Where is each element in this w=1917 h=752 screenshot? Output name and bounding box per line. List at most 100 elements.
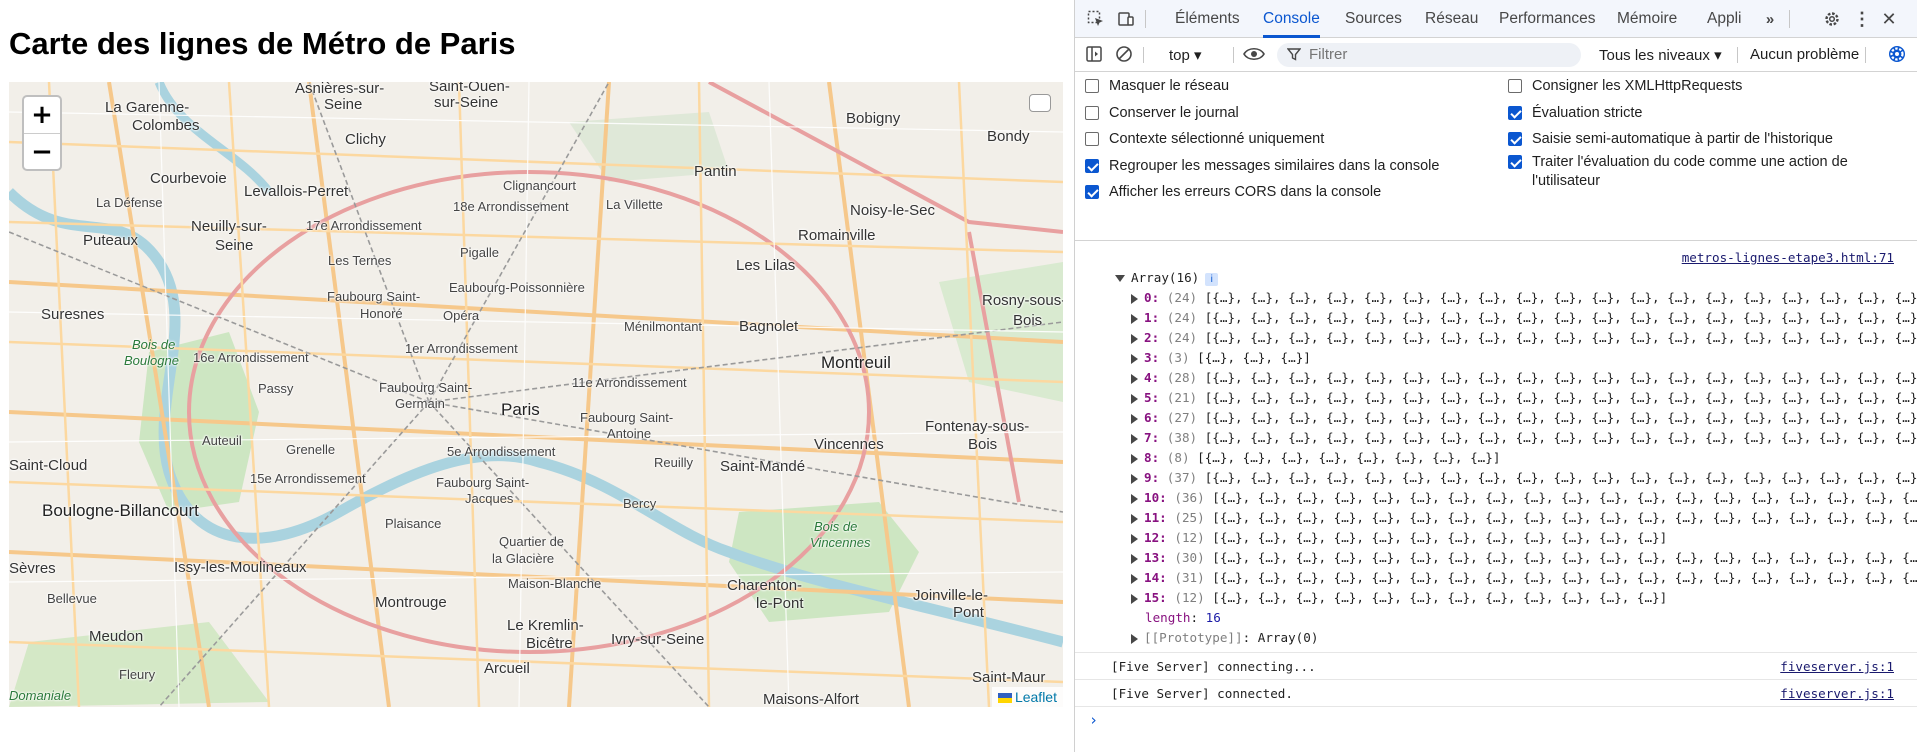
- item-index: 15: [1144, 590, 1160, 605]
- array-item-row[interactable]: 10: (36) [{…}, {…}, {…}, {…}, {…}, {…}, …: [1075, 488, 1917, 508]
- colon: :: [1159, 570, 1167, 585]
- item-index: 1: [1144, 310, 1152, 325]
- tab-network[interactable]: Réseau: [1425, 0, 1478, 38]
- tab-elements[interactable]: Éléments: [1175, 0, 1240, 38]
- setting-option[interactable]: Traiter l'évaluation du code comme une a…: [1508, 153, 1888, 191]
- map-label: Antoine: [607, 426, 652, 441]
- array-length-row: length: 16: [1075, 608, 1917, 628]
- leaflet-link[interactable]: Leaflet: [1015, 689, 1057, 705]
- console-settings-gear-icon[interactable]: [1887, 44, 1907, 69]
- map-label: Saint-Mandé: [720, 458, 806, 475]
- array-item-row[interactable]: 1: (24) [{…}, {…}, {…}, {…}, {…}, {…}, {…: [1075, 308, 1917, 328]
- map-label: Colombes: [132, 117, 200, 134]
- setting-option[interactable]: Saisie semi-automatique à partir de l'hi…: [1508, 130, 1888, 149]
- item-index: 5: [1144, 390, 1152, 405]
- map-label: La Villette: [606, 197, 663, 212]
- map-label: Faubourg Saint-: [580, 410, 674, 425]
- array-item-row[interactable]: 9: (37) [{…}, {…}, {…}, {…}, {…}, {…}, {…: [1075, 468, 1917, 488]
- setting-checkbox[interactable]: [1085, 132, 1099, 146]
- map-label: 16e Arrondissement: [193, 350, 309, 365]
- item-preview: [{…}, {…}, {…}, {…}, {…}, {…}, {…}, {…},…: [1204, 310, 1917, 325]
- setting-option[interactable]: Consigner les XMLHttpRequests: [1508, 77, 1888, 96]
- map-label: Bagnolet: [739, 318, 799, 335]
- setting-checkbox[interactable]: [1508, 155, 1522, 169]
- leaflet-map[interactable]: Asnières-sur- Seine Saint-Ouen- sur-Sein…: [9, 82, 1063, 707]
- array-root-row[interactable]: Array(16) i: [1075, 268, 1917, 288]
- settings-gear-icon[interactable]: [1821, 8, 1843, 30]
- more-tabs-icon[interactable]: »: [1759, 8, 1781, 30]
- sidebar-toggle-icon[interactable]: [1085, 45, 1103, 68]
- item-count: (30): [1174, 550, 1205, 565]
- tab-performance[interactable]: Performances: [1499, 0, 1595, 38]
- log-levels-dropdown[interactable]: Tous les niveaux ▾: [1599, 46, 1722, 64]
- array-item-row[interactable]: 7: (38) [{…}, {…}, {…}, {…}, {…}, {…}, {…: [1075, 428, 1917, 448]
- prototype-row[interactable]: [[Prototype]]: Array(0): [1075, 628, 1917, 648]
- message-source-link[interactable]: fiveserver.js:1: [1780, 653, 1894, 680]
- array-item-row[interactable]: 3: (3) [{…}, {…}, {…}]: [1075, 348, 1917, 368]
- collapsed-triangle-icon: [1131, 513, 1138, 524]
- map-label: 17e Arrondissement: [306, 218, 422, 233]
- array-item-row[interactable]: 13: (30) [{…}, {…}, {…}, {…}, {…}, {…}, …: [1075, 548, 1917, 568]
- array-item-row[interactable]: 0: (24) [{…}, {…}, {…}, {…}, {…}, {…}, {…: [1075, 288, 1917, 308]
- item-index: 6: [1144, 410, 1152, 425]
- map-label: Bobigny: [846, 110, 901, 127]
- array-item-row[interactable]: 15: (12) [{…}, {…}, {…}, {…}, {…}, {…}, …: [1075, 588, 1917, 608]
- colon: :: [1151, 430, 1160, 445]
- setting-label: Évaluation stricte: [1532, 105, 1643, 121]
- map-label: Clignancourt: [503, 178, 576, 193]
- setting-option[interactable]: Regrouper les messages similaires dans l…: [1085, 157, 1439, 176]
- close-devtools-icon[interactable]: ✕: [1878, 8, 1900, 30]
- console-prompt-row[interactable]: ›: [1075, 706, 1917, 733]
- zoom-in-button[interactable]: +: [24, 97, 60, 133]
- map-label: Le Kremlin-: [507, 617, 584, 634]
- map-label: Asnières-sur-: [295, 82, 385, 97]
- message-source-link[interactable]: fiveserver.js:1: [1780, 680, 1894, 707]
- context-selector[interactable]: top ▾: [1169, 46, 1202, 64]
- setting-option[interactable]: Afficher les erreurs CORS dans la consol…: [1085, 183, 1381, 202]
- message-text: [Five Server] connected.: [1111, 686, 1293, 701]
- array-item-row[interactable]: 11: (25) [{…}, {…}, {…}, {…}, {…}, {…}, …: [1075, 508, 1917, 528]
- setting-option[interactable]: Masquer le réseau: [1085, 77, 1229, 96]
- map-label: Montreuil: [821, 353, 891, 372]
- zoom-out-button[interactable]: −: [24, 133, 60, 169]
- more-options-icon[interactable]: ⋮: [1851, 8, 1873, 30]
- array-item-row[interactable]: 4: (28) [{…}, {…}, {…}, {…}, {…}, {…}, {…: [1075, 368, 1917, 388]
- device-toolbar-icon[interactable]: [1115, 8, 1137, 30]
- source-link[interactable]: metros-lignes-etape3.html:71: [1682, 250, 1894, 265]
- setting-checkbox[interactable]: [1085, 79, 1099, 93]
- array-item-row[interactable]: 2: (24) [{…}, {…}, {…}, {…}, {…}, {…}, {…: [1075, 328, 1917, 348]
- setting-checkbox[interactable]: [1508, 132, 1522, 146]
- colon: :: [1190, 610, 1206, 625]
- layer-toggle-button[interactable]: [1029, 94, 1051, 112]
- array-item-row[interactable]: 8: (8) [{…}, {…}, {…}, {…}, {…}, {…}, {……: [1075, 448, 1917, 468]
- array-item-row[interactable]: 5: (21) [{…}, {…}, {…}, {…}, {…}, {…}, {…: [1075, 388, 1917, 408]
- setting-option[interactable]: Évaluation stricte: [1508, 104, 1888, 123]
- setting-option[interactable]: Conserver le journal: [1085, 104, 1239, 123]
- item-count: (31): [1174, 570, 1205, 585]
- tab-sources[interactable]: Sources: [1345, 0, 1402, 38]
- map-label: Bois de: [132, 337, 176, 352]
- setting-checkbox[interactable]: [1085, 185, 1099, 199]
- tab-memory[interactable]: Mémoire: [1617, 0, 1677, 38]
- inspect-element-icon[interactable]: [1085, 8, 1107, 30]
- array-item-row[interactable]: 6: (27) [{…}, {…}, {…}, {…}, {…}, {…}, {…: [1075, 408, 1917, 428]
- setting-checkbox[interactable]: [1085, 159, 1099, 173]
- array-item-row[interactable]: 12: (12) [{…}, {…}, {…}, {…}, {…}, {…}, …: [1075, 528, 1917, 548]
- array-item-row[interactable]: 14: (31) [{…}, {…}, {…}, {…}, {…}, {…}, …: [1075, 568, 1917, 588]
- setting-option[interactable]: Contexte sélectionné uniquement: [1085, 130, 1324, 149]
- item-count: (3): [1166, 350, 1190, 365]
- setting-checkbox[interactable]: [1085, 106, 1099, 120]
- issues-counter[interactable]: Aucun problème: [1750, 46, 1859, 63]
- item-index: 4: [1144, 370, 1152, 385]
- filter-input[interactable]: [1309, 46, 1569, 63]
- live-expression-eye-icon[interactable]: [1243, 45, 1265, 68]
- setting-checkbox[interactable]: [1508, 106, 1522, 120]
- tab-console[interactable]: Console: [1263, 0, 1320, 38]
- map-label: Bondy: [987, 128, 1030, 145]
- map-label: Fontenay-sous-: [925, 418, 1030, 435]
- tab-application[interactable]: Appli: [1707, 0, 1741, 38]
- setting-checkbox[interactable]: [1508, 79, 1522, 93]
- collapsed-triangle-icon: [1131, 553, 1138, 564]
- clear-console-icon[interactable]: [1115, 45, 1133, 68]
- map-label: Vincennes: [810, 535, 871, 550]
